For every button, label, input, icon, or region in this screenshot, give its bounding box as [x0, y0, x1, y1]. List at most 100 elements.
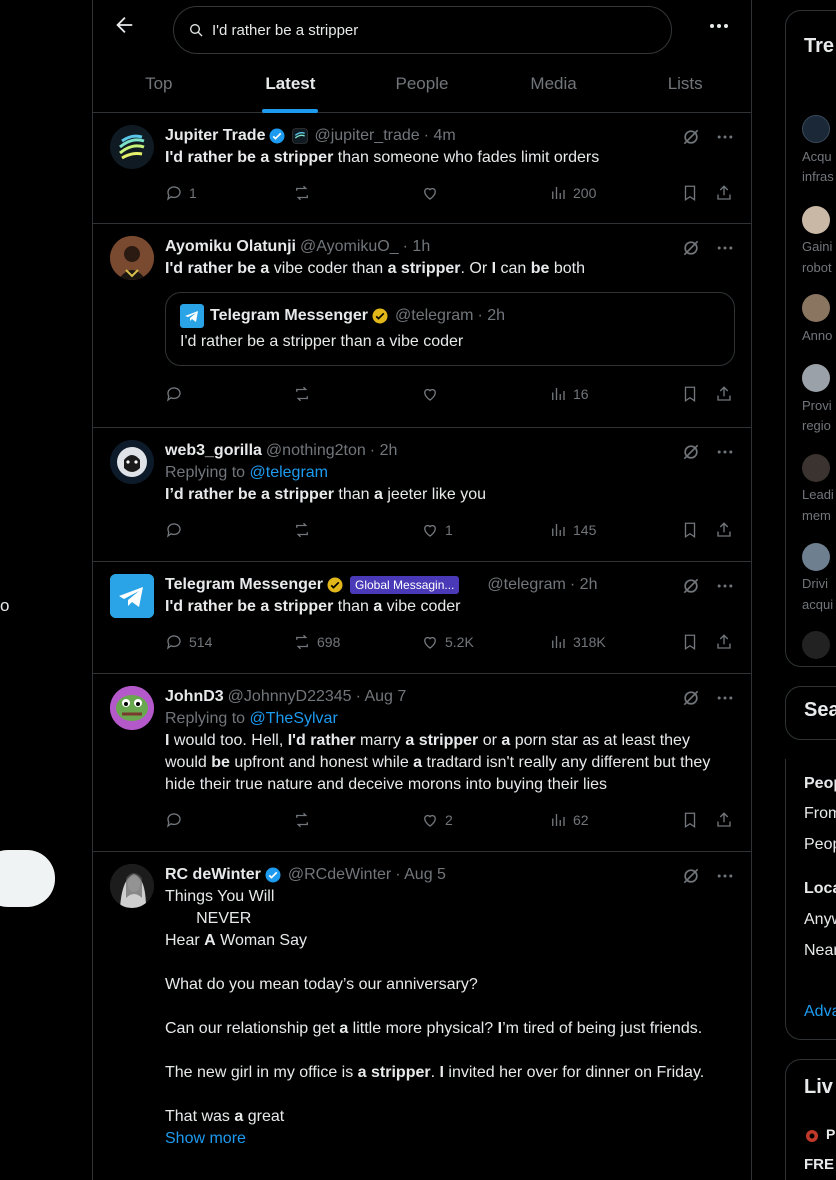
show-more-link[interactable]: Show more [165, 1128, 735, 1150]
filter-people-option[interactable]: Peop [804, 836, 836, 854]
avatar[interactable] [110, 574, 154, 618]
post-button[interactable] [0, 850, 55, 907]
like-button[interactable]: 2 [421, 811, 549, 829]
handle[interactable]: @JohnnyD22345 [228, 688, 352, 706]
news-item-text[interactable]: mem [802, 505, 831, 527]
views-button[interactable]: 62 [549, 811, 669, 829]
grok-icon[interactable] [681, 576, 701, 596]
search-input[interactable] [212, 21, 632, 39]
news-item-text[interactable]: robot [802, 257, 832, 279]
handle[interactable]: @RCdeWinter [288, 866, 391, 884]
more-icon[interactable] [715, 238, 735, 258]
repost-button[interactable] [293, 521, 421, 539]
more-icon[interactable] [715, 442, 735, 462]
display-name[interactable]: Jupiter Trade [165, 127, 265, 145]
repost-button[interactable] [293, 811, 421, 829]
grok-icon[interactable] [681, 238, 701, 258]
like-button[interactable]: 5.2K [421, 633, 549, 651]
news-item-text[interactable]: Drivi [802, 573, 828, 595]
filter-from-option[interactable]: From [804, 805, 836, 823]
display-name[interactable]: Telegram Messenger [165, 576, 323, 594]
replying-to-link[interactable]: @TheSylvar [250, 710, 338, 727]
news-item-text[interactable]: Gaini [802, 236, 832, 258]
back-arrow-icon[interactable] [113, 14, 135, 36]
share-icon[interactable] [715, 521, 733, 539]
reply-button[interactable] [165, 521, 293, 539]
timestamp[interactable]: · Aug 7 [356, 688, 407, 706]
bookmark-icon[interactable] [681, 811, 699, 829]
views-button[interactable]: 200 [549, 184, 669, 202]
live-item-text[interactable]: FRE [804, 1156, 834, 1173]
left-nav-fragment[interactable]: o [0, 596, 9, 616]
news-item-text[interactable]: regio [802, 415, 831, 437]
tab-latest[interactable]: Latest [225, 60, 357, 113]
filter-near-option[interactable]: Near [804, 942, 836, 960]
news-avatar[interactable] [802, 115, 830, 143]
handle[interactable]: @nothing2ton [266, 442, 366, 460]
handle[interactable]: @jupiter_trade [314, 127, 419, 145]
share-icon[interactable] [715, 385, 733, 403]
more-icon[interactable] [715, 127, 735, 147]
display-name[interactable]: RC deWinter [165, 866, 261, 884]
more-icon[interactable] [715, 866, 735, 886]
repost-button[interactable]: 698 [293, 633, 421, 651]
reply-button[interactable] [165, 385, 293, 403]
post[interactable]: RC deWinter @RCdeWinter · Aug 5 Things Y… [93, 852, 751, 1180]
bookmark-icon[interactable] [681, 184, 699, 202]
news-item-text[interactable]: Provi [802, 395, 832, 417]
quoted-timestamp[interactable]: · 2h [478, 307, 506, 325]
avatar[interactable] [110, 236, 154, 280]
news-avatar[interactable] [802, 631, 830, 659]
post[interactable]: JohnD3 @JohnnyD22345 · Aug 7 Replying to… [93, 674, 751, 852]
views-button[interactable]: 145 [549, 521, 669, 539]
views-button[interactable]: 16 [549, 385, 669, 403]
news-avatar[interactable] [802, 206, 830, 234]
replying-to-link[interactable]: @telegram [250, 464, 329, 481]
avatar[interactable] [110, 440, 154, 484]
avatar[interactable] [110, 864, 154, 908]
news-item-text[interactable]: Anno [802, 325, 832, 347]
display-name[interactable]: web3_gorilla [165, 442, 262, 460]
tab-lists[interactable]: Lists [619, 60, 751, 113]
repost-button[interactable] [293, 385, 421, 403]
share-icon[interactable] [715, 184, 733, 202]
advanced-search-link[interactable]: Adva [804, 1003, 836, 1021]
more-icon[interactable] [715, 576, 735, 596]
reply-button[interactable] [165, 811, 293, 829]
news-avatar[interactable] [802, 543, 830, 571]
handle[interactable]: @telegram [487, 576, 566, 594]
tab-people[interactable]: People [356, 60, 488, 113]
like-button[interactable] [421, 184, 549, 202]
timestamp[interactable]: · 2h [370, 442, 398, 460]
display-name[interactable]: JohnD3 [165, 688, 224, 706]
repost-button[interactable] [293, 184, 421, 202]
news-avatar[interactable] [802, 364, 830, 392]
grok-icon[interactable] [681, 442, 701, 462]
post[interactable]: web3_gorilla @nothing2ton · 2h Replying … [93, 428, 751, 562]
grok-icon[interactable] [681, 127, 701, 147]
timestamp[interactable]: · 4m [424, 127, 456, 145]
timestamp[interactable]: · Aug 5 [395, 866, 446, 884]
share-icon[interactable] [715, 633, 733, 651]
grok-icon[interactable] [681, 688, 701, 708]
post[interactable]: Ayomiku Olatunji @AyomikuO_ · 1h I'd rat… [93, 224, 751, 428]
avatar[interactable] [110, 686, 154, 730]
news-item-text[interactable]: infras [802, 166, 834, 188]
post[interactable]: Jupiter Trade @jupiter_trade · 4m I'd ra… [93, 113, 751, 224]
handle[interactable]: @AyomikuO_ [300, 238, 399, 256]
tab-top[interactable]: Top [93, 60, 225, 113]
tab-media[interactable]: Media [488, 60, 620, 113]
live-item-title[interactable]: P [826, 1126, 835, 1142]
avatar[interactable] [110, 125, 154, 169]
reply-button[interactable]: 1 [165, 184, 293, 202]
like-button[interactable]: 1 [421, 521, 549, 539]
news-item-text[interactable]: Leadi [802, 484, 834, 506]
more-options-icon[interactable] [707, 16, 731, 36]
timestamp[interactable]: · 1h [403, 238, 431, 256]
grok-icon[interactable] [681, 866, 701, 886]
search-box[interactable] [173, 6, 672, 54]
quoted-post[interactable]: Telegram Messenger @telegram · 2h I'd ra… [165, 292, 735, 366]
views-button[interactable]: 318K [549, 633, 669, 651]
bookmark-icon[interactable] [681, 633, 699, 651]
post[interactable]: Telegram Messenger Global Messagin... @t… [93, 562, 751, 674]
